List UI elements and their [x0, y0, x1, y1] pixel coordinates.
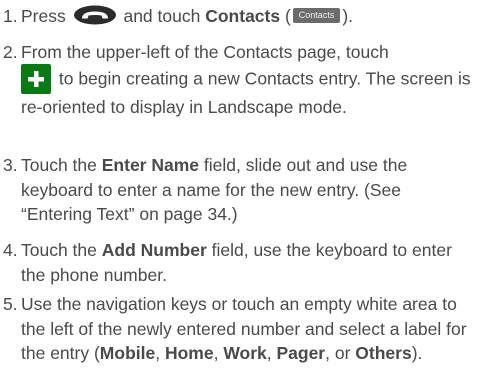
step-number: 4. [3, 240, 18, 260]
end-call-key-icon [73, 5, 117, 25]
pager-label: Pager [276, 343, 326, 363]
add-number-label: Add Number [101, 240, 207, 260]
contacts-label: Contacts [205, 6, 281, 26]
home-label: Home [164, 343, 214, 363]
others-label: Others [355, 343, 412, 363]
step-text: From the upper-left of the Contacts page… [21, 42, 471, 117]
step-text: Touch the Add Number field, use the keyb… [21, 240, 452, 285]
instruction-document: 1. Press and touch Contacts (Contacts). … [0, 0, 477, 391]
step-number: 2. [3, 42, 18, 62]
contacts-button-image: Contacts [292, 7, 341, 23]
mobile-label: Mobile [99, 343, 156, 363]
step-number: 3. [3, 155, 18, 175]
plus-icon [21, 63, 51, 94]
work-label: Work [223, 343, 267, 363]
step-text: Use the navigation keys or touch an empt… [21, 294, 467, 363]
step-text: Press and touch Contacts (Contacts). [21, 5, 354, 26]
step-number: 5. [3, 294, 18, 314]
enter-name-label: Enter Name [101, 155, 200, 175]
step-text: Touch the Enter Name field, slide out an… [21, 155, 408, 224]
step-number: 1. [3, 6, 18, 26]
